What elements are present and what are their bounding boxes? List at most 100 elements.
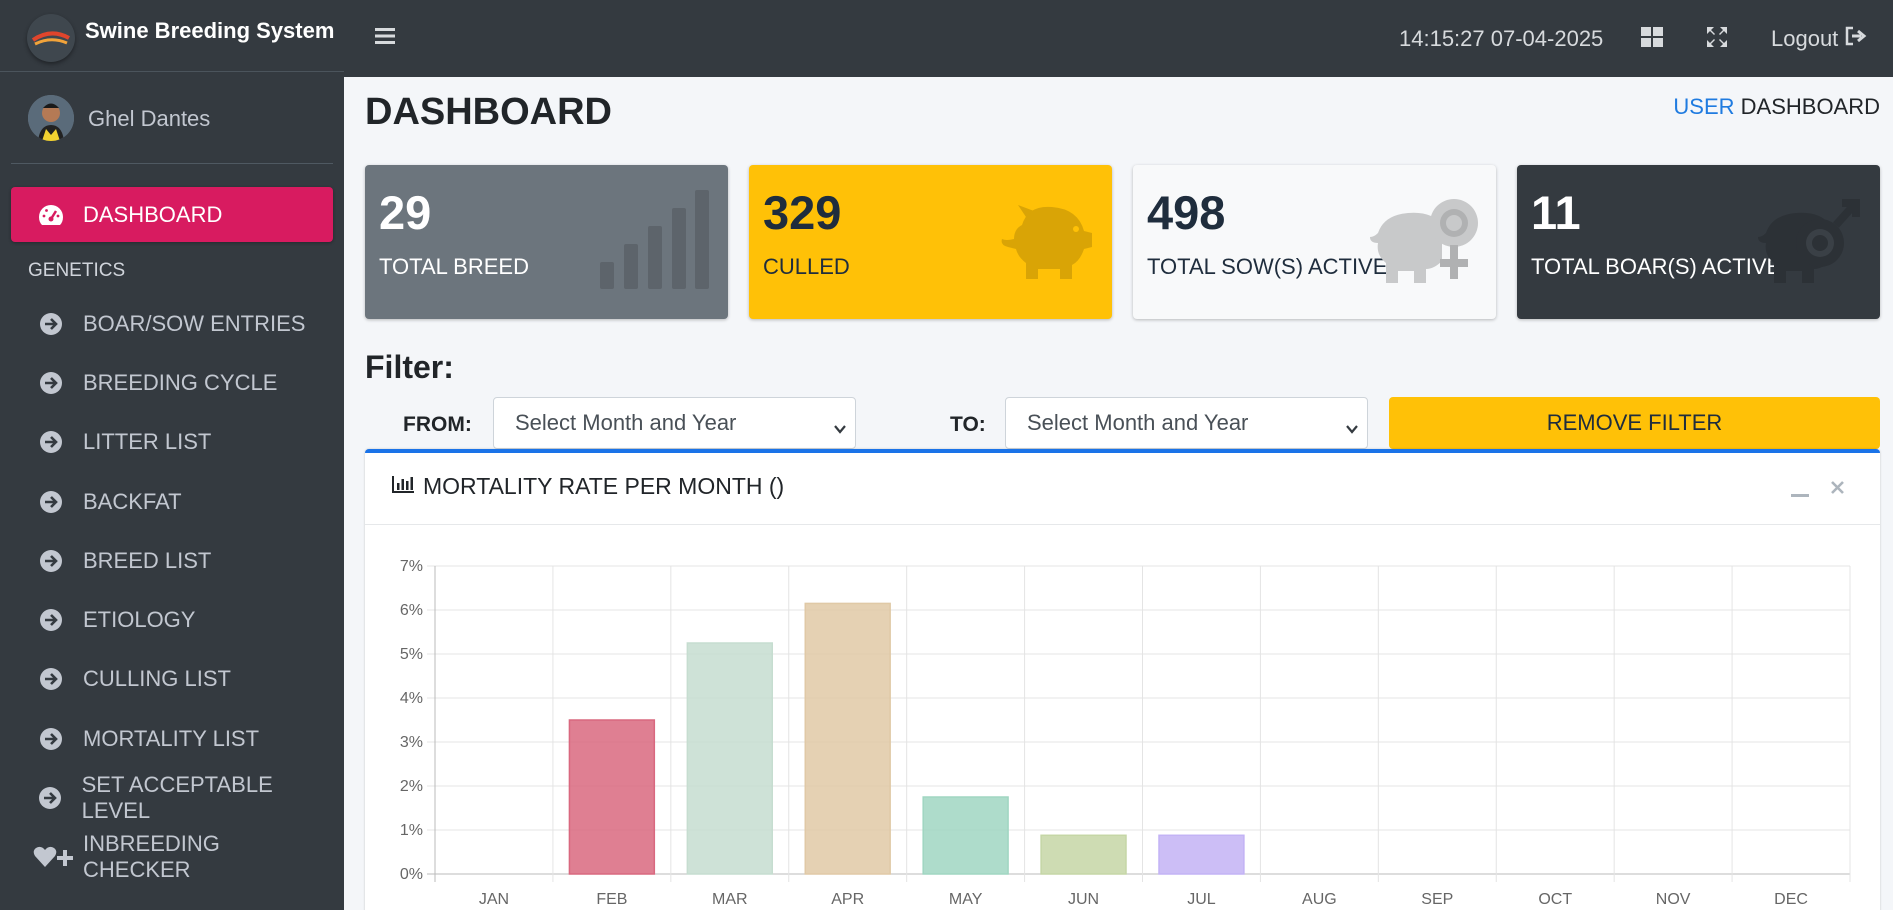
card-title: MORTALITY RATE PER MONTH () [391,473,784,500]
remove-filter-button[interactable]: REMOVE FILTER [1389,397,1880,449]
bar-mar [686,642,773,875]
x-tick-label: MAR [712,891,748,908]
page-title: DASHBOARD [365,91,612,133]
arrow-circle-right-icon [38,785,63,811]
x-tick-label: OCT [1538,891,1572,908]
arrow-circle-right-icon [38,489,64,515]
datetime-display: 14:15:27 07-04-2025 [1399,26,1604,51]
select-value: Select Month and Year [515,410,737,435]
mortality-bar-chart: 0% 1% 2% 3% 4% 5% 6% 7% JAN FEB MAR APR MAY JUN JUL AUG… [400,558,1851,908]
sidebar-item-label: LITTER LIST [83,429,212,455]
menu-toggle-icon[interactable] [375,26,397,46]
sidebar-item-breeding-cycle[interactable]: BREEDING CYCLE [11,353,333,412]
x-tick-label: APR [831,891,864,908]
stat-label: TOTAL BOAR(S) ACTIVE [1531,254,1782,279]
sidebar-item-label: BOAR/SOW ENTRIES [83,310,306,336]
sidebar-item-litter-list[interactable]: LITTER LIST [11,413,333,472]
fullscreen-icon[interactable] [1706,26,1728,53]
sidebar-item-breed-list[interactable]: BREED LIST [11,531,333,590]
arrow-circle-right-icon [38,429,64,455]
sidebar-item-set-acceptable-level[interactable]: SET ACCEPTABLE LEVEL [11,768,333,827]
chevron-down-icon [833,416,847,442]
pig-male-icon [1756,197,1866,290]
bar-jun [1040,834,1127,875]
sidebar-item-label: ETIOLOGY [83,607,196,633]
piggy-bank-icon [998,199,1094,286]
y-tick-label: 1% [400,822,423,839]
bar-feb [568,719,656,875]
sidebar-item-dashboard[interactable]: DASHBOARD [11,187,333,242]
sidebar-item-boar-sow-entries[interactable]: BOAR/SOW ENTRIES [11,294,333,353]
x-tick-label: AUG [1302,891,1337,908]
sidebar-item-label: DASHBOARD [83,201,223,227]
sidebar-item-label: BACKFAT [83,488,182,514]
arrow-circle-right-icon [38,548,64,574]
stat-total-breed[interactable]: 29 TOTAL BREED [365,165,728,319]
sidebar-item-label: BREED LIST [83,547,212,573]
sidebar-nav: DASHBOARD GENETICS BOAR/SOW ENTRIES BREE… [11,187,333,887]
card-header: MORTALITY RATE PER MONTH () [365,453,1880,525]
brand[interactable]: Swine Breeding System [0,0,344,72]
sidebar-item-etiology[interactable]: ETIOLOGY [11,590,333,649]
sidebar-item-backfat[interactable]: BACKFAT [11,472,333,531]
sidebar-header-genetics: GENETICS [28,260,126,281]
sign-out-icon [1844,26,1868,52]
y-tick-label: 4% [400,690,423,707]
filter-title: Filter: [365,349,454,385]
to-month-select[interactable]: Select Month and Year [1005,397,1368,449]
mortality-chart-card: MORTALITY RATE PER MONTH () 0% 1% 2% 3% 4% 5%… [365,449,1880,910]
bar-apr [804,602,891,875]
stat-value: 498 [1147,186,1226,239]
stat-label: TOTAL BREED [379,254,529,279]
close-icon[interactable] [1830,480,1845,500]
y-tick-label: 7% [400,558,423,575]
x-tick-label: NOV [1656,891,1691,908]
stat-label: CULLED [763,254,850,279]
bar-chart-icon [391,473,415,500]
to-label: TO: [950,413,986,436]
arrow-circle-right-icon [38,607,64,633]
y-tick-label: 5% [400,646,423,663]
x-tick-label: DEC [1774,891,1808,908]
select-value: Select Month and Year [1027,410,1249,435]
user-name: Ghel Dantes [88,106,211,131]
logout-label: Logout [1771,26,1839,51]
sidebar-item-mortality-list[interactable]: MORTALITY LIST [11,709,333,768]
from-month-select[interactable]: Select Month and Year [493,397,856,449]
stat-boars-active[interactable]: 11 TOTAL BOAR(S) ACTIVE [1517,165,1880,319]
x-tick-label: JUL [1187,891,1216,908]
from-label: FROM: [403,413,472,436]
heart-plus-icon [33,844,75,870]
bar-jul [1158,834,1245,875]
brand-logo [27,14,75,62]
stat-label: TOTAL SOW(S) ACTIVE [1147,254,1388,279]
grid-icon[interactable] [1640,26,1664,53]
breadcrumb: USER DASHBOARD [1673,94,1880,120]
avatar [28,95,74,141]
sidebar-item-culling-list[interactable]: CULLING LIST [11,650,333,709]
signal-bars-icon [598,190,710,295]
sidebar-item-label: MORTALITY LIST [83,725,260,751]
sidebar-item-label: SET ACCEPTABLE LEVEL [81,772,273,824]
breadcrumb-user-link[interactable]: USER [1673,94,1734,119]
arrow-circle-right-icon [38,370,64,396]
top-navbar: 14:15:27 07-04-2025 Logout [344,0,1893,77]
brand-title: Swine Breeding System [85,18,335,43]
pig-female-icon [1368,197,1478,290]
bar-may [922,796,1009,875]
stat-culled[interactable]: 329 CULLED [749,165,1112,319]
sidebar: Swine Breeding System Ghel Dantes DASHBO… [0,0,344,910]
stat-value: 29 [379,186,432,239]
y-tick-label: 6% [400,602,423,619]
chevron-down-icon [1345,416,1359,442]
user-panel[interactable]: Ghel Dantes [11,72,333,164]
minus-icon[interactable] [1791,485,1809,503]
logout-button[interactable]: Logout [1771,26,1868,52]
sidebar-item-inbreeding-checker[interactable]: INBREEDING CHECKER [11,828,333,887]
speedometer-icon [38,202,64,228]
stat-sows-active[interactable]: 498 TOTAL SOW(S) ACTIVE [1133,165,1496,319]
x-tick-label: SEP [1421,891,1453,908]
arrow-circle-right-icon [38,726,64,752]
x-tick-label: FEB [596,891,627,908]
x-tick-label: JUN [1068,891,1099,908]
